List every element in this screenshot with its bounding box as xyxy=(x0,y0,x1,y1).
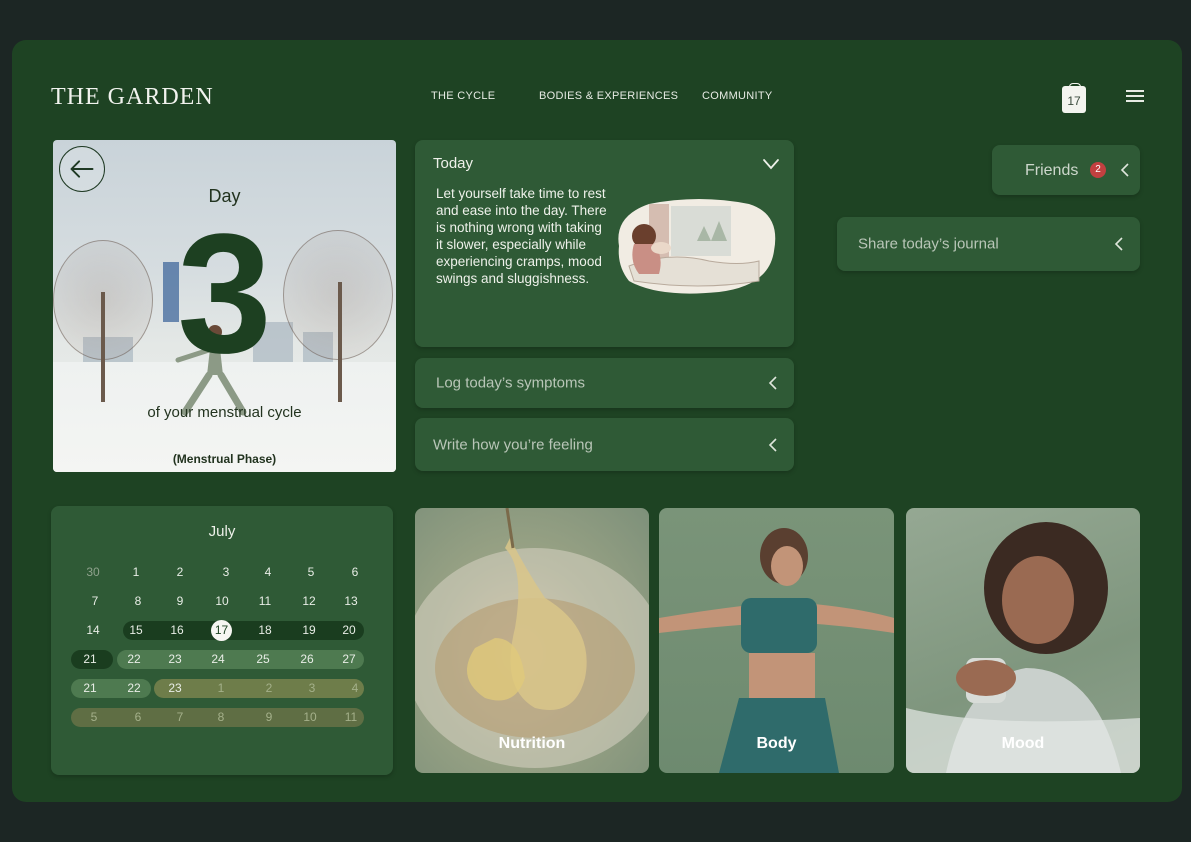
period-band xyxy=(123,621,364,640)
calendar-day[interactable]: 1 xyxy=(206,679,236,698)
nav-bodies-experiences[interactable]: BODIES & EXPERIENCES xyxy=(539,90,678,102)
calendar-widget: July 30 1 2 3 4 5 6 7 8 9 10 11 12 13 14… xyxy=(51,506,393,775)
calendar-day[interactable]: 6 xyxy=(340,563,370,582)
phase-label: (Menstrual Phase) xyxy=(172,452,277,466)
calendar-day[interactable]: 4 xyxy=(253,563,283,582)
calendar-day[interactable]: 8 xyxy=(206,708,236,727)
calendar-day[interactable]: 1 xyxy=(121,563,151,582)
calendar-day[interactable]: 8 xyxy=(123,592,153,611)
cycle-day-number: 3 xyxy=(177,199,272,389)
today-title: Today xyxy=(433,155,474,172)
calendar-month: July xyxy=(208,523,236,540)
calendar-day[interactable]: 10 xyxy=(207,592,237,611)
calendar-day[interactable]: 5 xyxy=(79,708,109,727)
chevron-down-icon[interactable] xyxy=(762,158,780,170)
chevron-left-icon xyxy=(1114,237,1123,251)
calendar-day[interactable]: 14 xyxy=(78,621,108,640)
friends-count-badge: 2 xyxy=(1090,162,1106,178)
cycle-caption: of your menstrual cycle xyxy=(147,404,302,421)
nutrition-tile[interactable]: Nutrition xyxy=(415,508,649,773)
calendar-day[interactable]: 19 xyxy=(294,621,324,640)
pear-porridge-image xyxy=(415,508,649,768)
calendar-day[interactable]: 24 xyxy=(203,650,233,669)
chevron-left-icon xyxy=(768,437,777,452)
calendar-day[interactable]: 23 xyxy=(160,679,190,698)
share-journal-label: Share today’s journal xyxy=(858,235,999,253)
calendar-day[interactable]: 3 xyxy=(211,563,241,582)
calendar-day[interactable]: 9 xyxy=(254,708,284,727)
phase-band xyxy=(117,650,364,669)
calendar-day[interactable]: 13 xyxy=(336,592,366,611)
calendar-day[interactable]: 23 xyxy=(160,650,190,669)
calendar-day[interactable]: 22 xyxy=(119,650,149,669)
calendar-day[interactable]: 5 xyxy=(296,563,326,582)
calendar-day[interactable]: 2 xyxy=(165,563,195,582)
calendar-icon[interactable]: 17 xyxy=(1062,83,1086,113)
calendar-day[interactable]: 15 xyxy=(121,621,151,640)
hamburger-menu-icon[interactable] xyxy=(1126,90,1144,102)
today-message: Let yourself take time to rest and ease … xyxy=(436,186,607,286)
chevron-left-icon xyxy=(1120,163,1129,177)
body-tile[interactable]: Body xyxy=(659,508,894,773)
calendar-day[interactable]: 27 xyxy=(334,650,364,669)
calendar-day[interactable]: 7 xyxy=(80,592,110,611)
calendar-day[interactable]: 6 xyxy=(123,708,153,727)
calendar-day[interactable]: 26 xyxy=(292,650,322,669)
calendar-day[interactable]: 7 xyxy=(165,708,195,727)
calendar-day[interactable]: 4 xyxy=(340,679,370,698)
calendar-day[interactable]: 11 xyxy=(336,708,366,727)
mood-tile[interactable]: Mood xyxy=(906,508,1140,773)
share-journal-button[interactable]: Share today’s journal xyxy=(837,217,1140,271)
friends-button[interactable]: Friends 2 xyxy=(992,145,1140,195)
calendar-day[interactable]: 12 xyxy=(294,592,324,611)
calendar-day[interactable]: 11 xyxy=(250,592,280,611)
calendar-day[interactable]: 25 xyxy=(248,650,278,669)
calendar-day[interactable]: 21 xyxy=(75,679,105,698)
woman-with-mug-image xyxy=(906,522,1140,773)
mood-label: Mood xyxy=(1001,735,1045,752)
calendar-day[interactable]: 18 xyxy=(250,621,280,640)
nav-the-cycle[interactable]: THE CYCLE xyxy=(431,90,495,102)
body-label: Body xyxy=(756,735,797,752)
calendar-icon-day: 17 xyxy=(1067,94,1081,108)
calendar-day[interactable]: 16 xyxy=(162,621,192,640)
calendar-day[interactable]: 30 xyxy=(78,563,108,582)
nutrition-label: Nutrition xyxy=(498,735,566,752)
calendar-day[interactable]: 22 xyxy=(119,679,149,698)
calendar-day[interactable]: 10 xyxy=(295,708,325,727)
write-feeling-button[interactable]: Write how you’re feeling xyxy=(415,418,794,471)
log-symptoms-button[interactable]: Log today’s symptoms xyxy=(415,358,794,408)
arrow-left-icon xyxy=(70,160,94,178)
friends-label: Friends xyxy=(1025,162,1079,179)
calendar-today-marker[interactable]: 17 xyxy=(211,620,232,641)
today-panel: Today Let yourself take time to rest and… xyxy=(415,140,794,347)
log-symptoms-label: Log today’s symptoms xyxy=(436,374,585,392)
calendar-day[interactable]: 2 xyxy=(254,679,284,698)
write-feeling-label: Write how you’re feeling xyxy=(433,436,593,453)
day-card: Day 3 of your menstrual cycle (Menstrual… xyxy=(53,140,396,472)
calendar-day[interactable]: 3 xyxy=(297,679,327,698)
chevron-left-icon xyxy=(768,376,777,390)
yoga-woman-image xyxy=(659,528,894,773)
brand-logo[interactable]: THE GARDEN xyxy=(51,84,214,111)
nav-community[interactable]: COMMUNITY xyxy=(702,90,773,102)
calendar-day[interactable]: 20 xyxy=(334,621,364,640)
resting-woman-illustration xyxy=(618,199,776,294)
calendar-day[interactable]: 9 xyxy=(165,592,195,611)
calendar-day[interactable]: 21 xyxy=(75,650,105,669)
